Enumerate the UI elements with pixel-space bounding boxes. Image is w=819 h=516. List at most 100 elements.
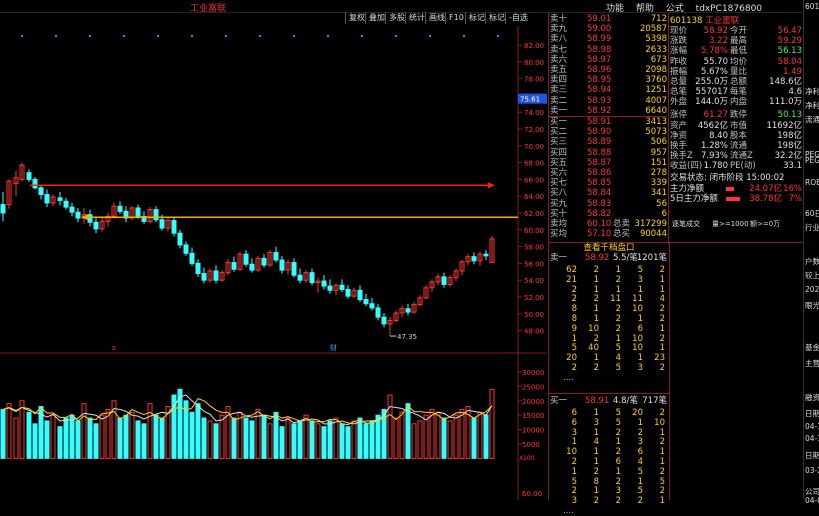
ask-price: 58.98 (587, 44, 612, 55)
queue-cell: 4 (615, 353, 621, 364)
candle-body (44, 194, 50, 204)
volume-bar (363, 423, 369, 459)
volume-bar (423, 414, 429, 459)
volume-bar (135, 420, 141, 459)
view-depth-label[interactable]: 查看千档盘口 (583, 243, 634, 253)
ask-label: 卖二 (550, 95, 568, 106)
queue-cell: 1 (571, 437, 577, 448)
volume-bar (213, 423, 219, 459)
marker-dot (258, 34, 262, 38)
summary-mid: 总卖 (613, 219, 631, 229)
queue-cell: 10 (632, 304, 643, 315)
bid-label: 买二 (550, 127, 568, 138)
quote-value: 557017 (695, 87, 728, 98)
bid1-queue-header: 买一 58.91 4.8/笔 717笔 (549, 396, 669, 406)
ask-label: 卖八 (550, 34, 568, 45)
queue-tab[interactable]: 逐笔成交 (672, 219, 700, 229)
side-strip-item: PEG (805, 156, 819, 165)
bid-price: 58.87 (587, 157, 612, 168)
queue-cell: 2 (615, 304, 621, 315)
kline-chart[interactable]: 82.0080.0078.0076.0074.0072.0070.0068.00… (0, 26, 547, 500)
quote-value-2: 111.0万 (769, 97, 802, 108)
ask-price: 59.00 (587, 24, 612, 35)
candle-body (441, 276, 447, 285)
queue-cell: 1 (615, 265, 621, 275)
quote-row: 涨停 61.27 跌停 50.13 (670, 110, 804, 120)
volume-tick-label: 5000 (522, 441, 540, 449)
side-strip-item: 04-1 (805, 434, 819, 443)
marker-dot (394, 34, 398, 38)
bid-label: 买三 (550, 137, 568, 148)
chart-toolbar: 复权 叠加 多股 统计 画线 F10 标记 标记 -自选 (0, 12, 547, 25)
candle-body (87, 214, 93, 223)
quote-key: 总笔 (670, 87, 688, 98)
queue-cell: 8 (571, 304, 577, 315)
queue-cell: 1 (659, 496, 665, 507)
ask1-queue-row: 2 2 5 3 2 (549, 363, 669, 373)
bid1-queue-row: 1 4 1 3 2 (549, 437, 669, 447)
queue-cell: 2 (659, 466, 665, 477)
ask-row: 卖九 59.00 20587 (549, 24, 667, 34)
quote-value-2: 56.13 (777, 46, 802, 57)
queue-cell: 1 (659, 457, 665, 467)
queue-tab[interactable]: 量>=1000 (712, 219, 749, 229)
queue-cell: 1 (637, 417, 643, 428)
queue-cell: 3 (615, 486, 621, 497)
queue-cell: 2 (571, 457, 577, 467)
volume-bar (201, 417, 207, 459)
bid-label: 买八 (550, 188, 568, 199)
f10-button[interactable]: F10 (445, 12, 467, 24)
quote-value-2: 33.1 (783, 161, 802, 172)
quote-key: 涨停 (670, 110, 688, 121)
ask-volume: 2633 (645, 44, 667, 55)
volume-bar (123, 414, 129, 459)
queue-cell: 1 (593, 274, 599, 285)
view-depth-header[interactable]: 查看千档盘口 (549, 243, 669, 253)
queue-cell: 8 (571, 314, 577, 324)
queue-cell: 1 (637, 284, 643, 295)
ask-volume: 712 (650, 14, 667, 24)
bid-row: 买十 58.82 6 (549, 209, 667, 219)
queue-level: 卖一 (550, 253, 568, 263)
stock-code: 601138 (670, 16, 706, 26)
volume-bar (261, 414, 267, 459)
queue-cell: 10 (632, 343, 643, 354)
bid1-queue-row: 2 1 6 4 1 (549, 457, 669, 467)
bid-price: 58.88 (587, 147, 612, 158)
flow-label: 5日主力净额 (670, 194, 718, 205)
ask1-queue-row: 8 1 2 1 2 (549, 314, 669, 324)
kline-chart-area[interactable]: 82.0080.0078.0076.0074.0072.0070.0068.00… (0, 26, 547, 500)
bid-volume: 6 (661, 208, 667, 219)
flow-value: 38.78亿 (749, 194, 782, 205)
queue-cell: 1 (637, 476, 643, 487)
candle-body (291, 262, 297, 276)
candle-body (327, 285, 333, 291)
queue-cell: 4 (637, 457, 643, 467)
add-watchlist-button[interactable]: -自选 (505, 12, 531, 24)
volume-tick-label: 10000 (522, 427, 544, 435)
bid-price: 58.82 (587, 208, 612, 219)
queue-tab[interactable]: 额>=0万 (750, 219, 780, 229)
queue-cell: 1 (659, 447, 665, 458)
bid-price: 58.91 (587, 117, 612, 127)
marker-dot (428, 34, 432, 38)
volume-bar (459, 408, 465, 459)
ask-volume: 20587 (639, 24, 667, 35)
bid1-queue-row: 2 1 3 5 2 (549, 486, 669, 496)
candle-body (249, 263, 255, 271)
candle-body (171, 220, 177, 234)
queue-cell: 2 (571, 486, 577, 497)
queue-cell: 10 (654, 417, 665, 428)
flow-value: 24.07亿 (749, 183, 782, 194)
volume-bar (69, 414, 75, 459)
lower-divider (669, 243, 670, 500)
side-strip-item: 主营 (805, 359, 819, 368)
queue-cell: 20 (632, 408, 643, 418)
price-tick-label: 68.00 (524, 160, 544, 168)
quote-value-2: 59.29 (777, 36, 802, 47)
flow-pct: 7% (788, 194, 803, 205)
price-tick-label: 62.00 (524, 210, 544, 218)
queue-cell: 1 (637, 314, 643, 324)
quote-value: 5.78% (700, 46, 728, 57)
candle-body (405, 308, 411, 313)
